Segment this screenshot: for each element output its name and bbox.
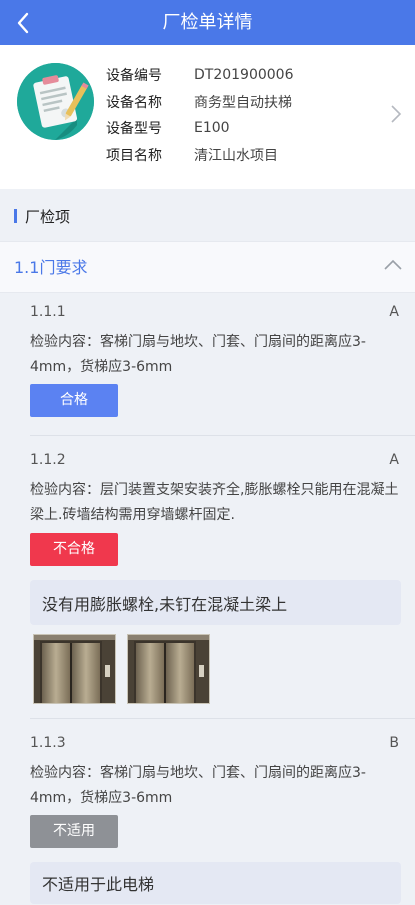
device-field-row: 设备型号 E100 (106, 115, 294, 142)
chevron-right-icon (391, 105, 402, 123)
device-field-label: 设备编号 (106, 68, 162, 85)
inspection-item: 1.1.2 A 检验内容：层门装置支架安装齐全,膨胀螺栓只能用在混凝土梁上.砖墙… (30, 452, 415, 719)
device-field-value: 清江山水项目 (194, 147, 278, 164)
chevron-up-icon (384, 259, 402, 270)
inspection-item: 1.1.3 B 检验内容：客梯门扇与地坎、门套、门扇间的距离应3-4mm，货梯应… (30, 735, 415, 905)
item-content: 检验内容：层门装置支架安装齐全,膨胀螺栓只能用在混凝土梁上.砖墙结构需用穿墙螺杆… (30, 482, 399, 523)
device-field-value: E100 (194, 120, 230, 137)
device-field-row: 项目名称 清江山水项目 (106, 142, 294, 169)
device-field-value: 商务型自动扶梯 (194, 94, 292, 111)
item-level: B (389, 735, 399, 751)
device-field-row: 设备编号 DT201900006 (106, 62, 294, 89)
device-info-card[interactable]: 设备编号 DT201900006 设备名称 商务型自动扶梯 设备型号 E100 … (0, 45, 415, 189)
item-remark: 没有用膨胀螺栓,未钉在混凝土梁上 (30, 580, 401, 625)
item-content: 检验内容：客梯门扇与地坎、门套、门扇间的距离应3-4mm，货梯应3-6mm (30, 334, 366, 375)
result-fail-button[interactable]: 不合格 (30, 533, 118, 566)
device-field-label: 项目名称 (106, 147, 162, 164)
item-divider (30, 435, 415, 436)
section-header: 厂检项 (0, 196, 415, 236)
device-field-value: DT201900006 (194, 67, 294, 84)
item-divider (30, 718, 415, 719)
item-number: 1.1.3 (30, 735, 66, 751)
item-level: A (389, 304, 399, 320)
item-number: 1.1.1 (30, 304, 66, 320)
device-field-label: 设备名称 (106, 94, 162, 111)
group-title: 1.1门要求 (14, 258, 88, 277)
top-nav-bar: 厂检单详情 (0, 0, 415, 45)
elevator-door-photo[interactable] (127, 634, 210, 704)
section-title: 厂检项 (25, 207, 71, 226)
item-level: A (389, 452, 399, 468)
inspection-item-list: 1.1.1 A 检验内容：客梯门扇与地坎、门套、门扇间的距离应3-4mm，货梯应… (0, 293, 415, 905)
elevator-door-photo[interactable] (33, 634, 116, 704)
page-title: 厂检单详情 (162, 12, 253, 33)
device-field-label: 设备型号 (106, 121, 162, 138)
item-content: 检验内容：客梯门扇与地坎、门套、门扇间的距离应3-4mm，货梯应3-6mm (30, 765, 366, 806)
device-fields: 设备编号 DT201900006 设备名称 商务型自动扶梯 设备型号 E100 … (106, 62, 294, 168)
item-remark: 不适用于此电梯 (30, 862, 401, 904)
group-header-door-requirements[interactable]: 1.1门要求 (0, 241, 415, 293)
item-number: 1.1.2 (30, 452, 66, 468)
document-checklist-icon (17, 63, 94, 140)
section-accent-bar (14, 209, 17, 223)
result-not-applicable-button[interactable]: 不适用 (30, 815, 118, 848)
result-pass-button[interactable]: 合格 (30, 384, 118, 417)
inspection-item: 1.1.1 A 检验内容：客梯门扇与地坎、门套、门扇间的距离应3-4mm，货梯应… (30, 304, 415, 436)
device-field-row: 设备名称 商务型自动扶梯 (106, 89, 294, 116)
